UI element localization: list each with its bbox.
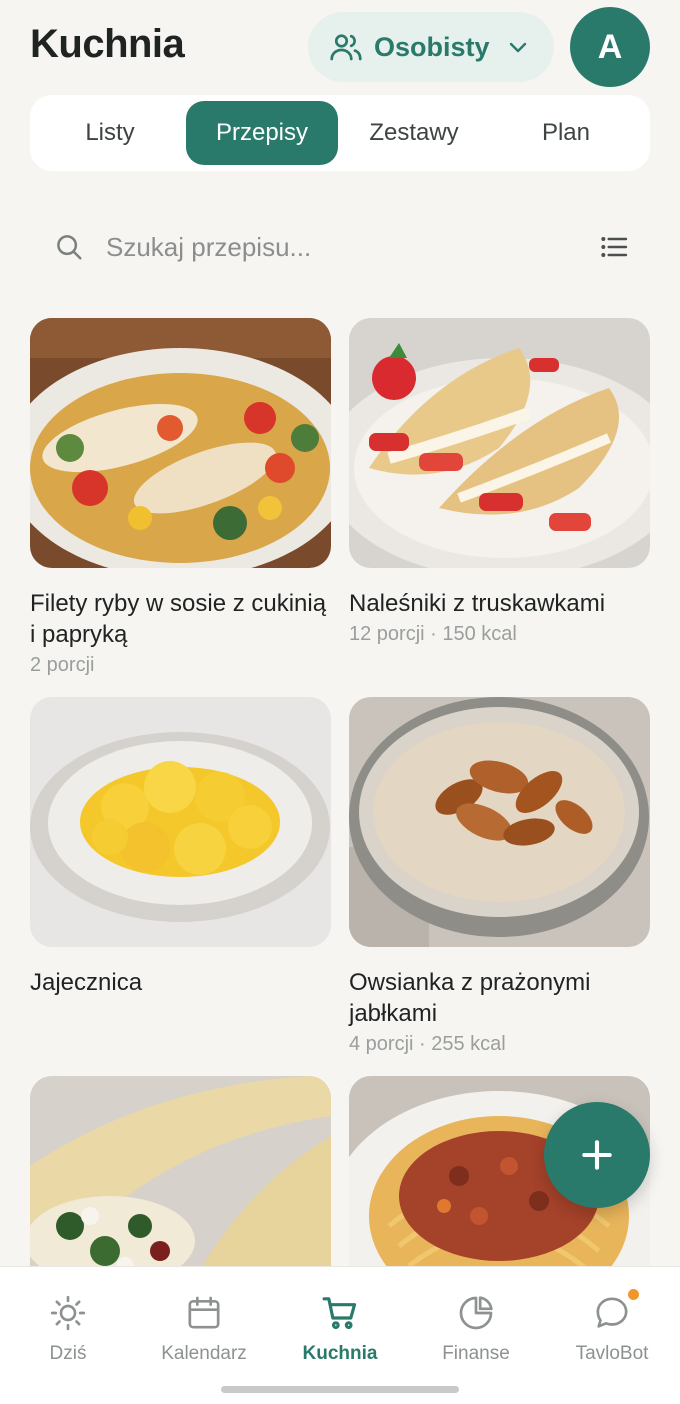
nav-item-finanse[interactable]: Finanse — [408, 1293, 544, 1365]
profile-switch-label: Osobisty — [374, 31, 490, 62]
search-bar — [30, 214, 650, 280]
recipe-card[interactable]: Owsianka z prażonymi jabłkami 4 porcji ·… — [349, 697, 650, 1056]
people-icon — [330, 34, 362, 61]
add-recipe-button[interactable] — [544, 1102, 650, 1208]
tab-przepisy[interactable]: Przepisy — [186, 101, 338, 165]
recipe-photo — [30, 697, 331, 947]
list-view-icon[interactable] — [598, 231, 630, 263]
tab-listy[interactable]: Listy — [34, 101, 186, 165]
search-icon — [57, 235, 82, 260]
recipe-photo — [349, 697, 650, 947]
search-input[interactable] — [106, 231, 598, 263]
recipe-title: Naleśniki z truskawkami — [349, 590, 606, 617]
recipe-card[interactable] — [30, 1076, 331, 1266]
plus-icon — [582, 1140, 612, 1170]
recipe-meta: 2 porcji — [30, 654, 95, 676]
tab-plan[interactable]: Plan — [490, 101, 642, 165]
nav-item-tavlobot[interactable]: TavloBot — [544, 1289, 680, 1365]
section-tabs: Listy Przepisy Zestawy Plan — [30, 95, 650, 171]
nav-item-kalendarz[interactable]: Kalendarz — [136, 1293, 272, 1365]
nav-item-dzis[interactable]: Dziś — [0, 1293, 136, 1365]
nav-item-label: Kalendarz — [161, 1343, 247, 1364]
home-indicator — [221, 1386, 459, 1393]
recipe-card[interactable]: Naleśniki z truskawkami 12 porcji · 150 … — [349, 318, 650, 646]
pie-chart-icon — [459, 1296, 493, 1330]
recipe-title: Owsianka z prażonymi jabłkami — [349, 969, 591, 1027]
recipe-photo — [30, 318, 331, 568]
page-title: Kuchnia — [30, 22, 185, 66]
nav-item-label: Dziś — [49, 1343, 87, 1364]
recipe-meta: 12 porcji · 150 kcal — [349, 623, 517, 645]
recipe-title: Jajecznica — [30, 969, 143, 996]
recipe-card[interactable]: Filety ryby w sosie z cukinią i papryką … — [30, 318, 331, 677]
cart-icon — [322, 1297, 357, 1330]
recipe-photo — [30, 1076, 331, 1266]
profile-switch-button[interactable]: Osobisty — [308, 12, 554, 82]
nav-item-kuchnia[interactable]: Kuchnia — [272, 1293, 408, 1365]
recipe-card[interactable]: Jajecznica — [30, 697, 331, 1002]
nav-item-label: Kuchnia — [302, 1343, 378, 1364]
recipe-meta: 4 porcji · 255 kcal — [349, 1033, 506, 1055]
nav-item-label: Finanse — [442, 1343, 510, 1364]
recipe-photo — [349, 318, 650, 568]
calendar-icon — [188, 1296, 220, 1329]
chat-bubble-icon — [596, 1297, 628, 1328]
avatar[interactable]: A — [570, 7, 650, 87]
nav-item-label: TavloBot — [575, 1343, 649, 1364]
recipe-title: Filety ryby w sosie z cukinią i papryką — [30, 590, 327, 648]
chevron-down-icon — [509, 42, 526, 53]
notification-badge — [628, 1289, 639, 1300]
sun-icon — [50, 1295, 86, 1331]
tab-zestawy[interactable]: Zestawy — [338, 101, 490, 165]
bottom-nav: Dziś Kalendarz Kuchnia Finanse TavloBot — [0, 1266, 680, 1404]
